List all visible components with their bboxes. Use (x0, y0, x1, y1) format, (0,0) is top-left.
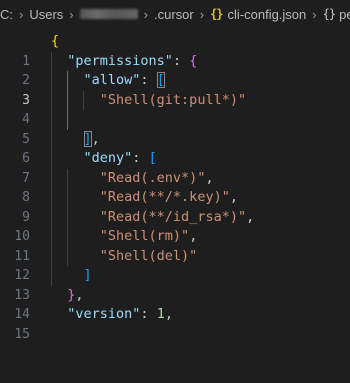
json-number: 1 (156, 306, 165, 322)
breadcrumb-file-label: cli-config.json (227, 6, 307, 22)
code-line[interactable]: 5 (0, 110, 350, 147)
json-string: "Read(**/*.key)" (99, 189, 230, 205)
bracket-open: [ (148, 150, 157, 166)
breadcrumb-drive-label: C: (0, 6, 13, 22)
bracket-close: ] (83, 267, 92, 283)
breadcrumb-symbol[interactable]: {} pe (323, 7, 350, 22)
json-key: "allow" (83, 72, 141, 88)
object-symbol-icon: {} (322, 7, 336, 21)
json-key: "permissions" (67, 52, 173, 69)
code-line[interactable]: 6 ], (0, 129, 350, 166)
json-string: "Shell(rm)" (99, 228, 190, 244)
breadcrumb-users-label: Users (29, 6, 64, 22)
json-string: "Read(.env*)" (99, 169, 206, 186)
redacted-username (79, 9, 138, 19)
chevron-right-icon: › (143, 6, 148, 22)
code-line[interactable]: 4 "Shell(git:pull*)" (0, 90, 350, 127)
chevron-right-icon: › (312, 6, 317, 22)
bracket-open-matched: [ (156, 72, 165, 88)
indent-guide (51, 110, 52, 130)
breadcrumb-folder-label: .cursor (153, 6, 194, 22)
breadcrumb-drive[interactable]: C: (0, 7, 13, 22)
json-string: "Read(**/id_rsa*)" (99, 208, 247, 225)
chevron-right-icon: › (199, 6, 205, 22)
json-key: "version" (67, 306, 141, 322)
code-line[interactable]: 12 "Shell(del)" (0, 246, 350, 283)
json-file-icon: {} (210, 7, 223, 21)
breadcrumb-file[interactable]: {} cli-config.json (210, 7, 306, 22)
code-line[interactable]: 11 "Shell(rm)", (0, 227, 350, 264)
breadcrumb-users[interactable]: Users (29, 7, 63, 22)
breadcrumb-username-redacted[interactable] (79, 9, 138, 19)
code-line[interactable]: 8 "Read(.env*)", (0, 168, 350, 205)
code-line-active[interactable]: 3 "allow": [ (0, 71, 350, 108)
code-line[interactable]: 13 ] (0, 266, 350, 303)
breadcrumb: C: › Users › › .cursor › {} cli-config.j… (0, 0, 350, 28)
code-line[interactable]: 7 "deny": [ (0, 149, 350, 186)
indent-guide (67, 110, 68, 130)
chevron-right-icon: › (69, 6, 74, 22)
breadcrumb-folder[interactable]: .cursor (154, 7, 194, 22)
breadcrumb-symbol-label: pe (339, 6, 350, 22)
code-line[interactable]: 1 { (0, 32, 350, 69)
json-string: "Shell(git:pull*)" (99, 91, 247, 108)
code-line[interactable]: 15 "version": 1, (0, 305, 350, 342)
code-line[interactable]: 2 "permissions": { (0, 51, 350, 88)
chevron-right-icon: › (19, 6, 24, 22)
brace-open: { (189, 52, 198, 69)
json-key: "deny" (83, 150, 133, 166)
line-number: 15 (14, 326, 30, 342)
json-string: "Shell(del)" (99, 247, 198, 264)
code-line[interactable]: 9 "Read(**/*.key)", (0, 188, 350, 225)
code-line[interactable]: 10 "Read(**/id_rsa*)", (0, 207, 350, 244)
bracket-close-matched: ] (83, 130, 92, 147)
code-line[interactable]: 14 }, (0, 286, 350, 323)
brace-open: { (51, 33, 60, 49)
code-editor[interactable]: 1 { 2 "permissions": { 3 "allow": [ 4 "S… (0, 32, 350, 342)
